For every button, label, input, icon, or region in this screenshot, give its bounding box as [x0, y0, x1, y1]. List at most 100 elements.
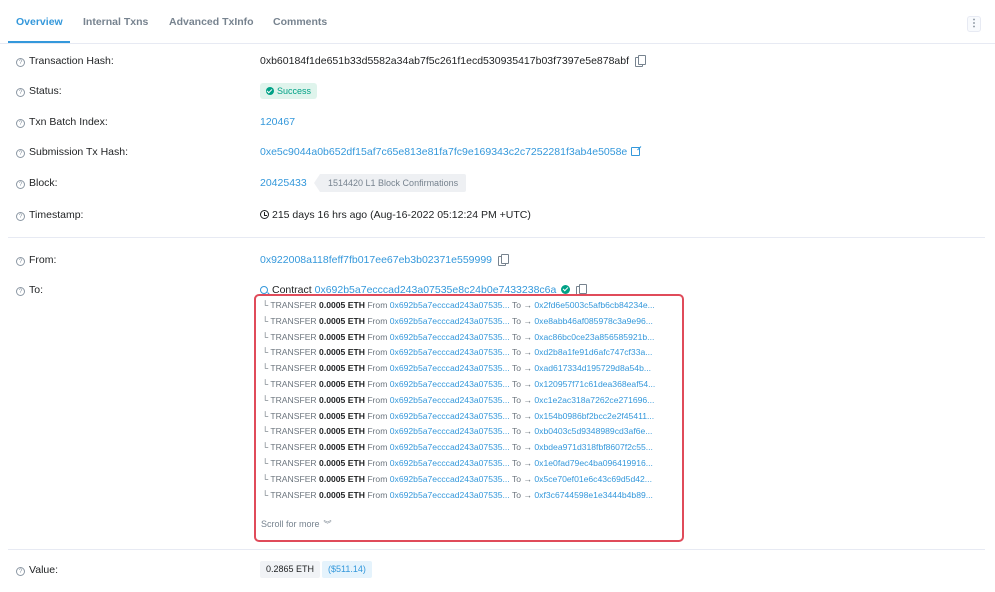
- tab-overview[interactable]: Overview: [16, 16, 63, 28]
- transfer-to-link[interactable]: 0xad617334d195729d8a54b...: [534, 363, 651, 373]
- scroll-for-more[interactable]: Scroll for more ︾: [261, 519, 332, 530]
- transfer-to-link[interactable]: 0xb0403c5d9348989cd3af6e...: [534, 426, 652, 436]
- transfer-from-link[interactable]: 0x692b5a7ecccad243a07535...: [390, 347, 510, 357]
- help-icon[interactable]: ?: [16, 149, 25, 158]
- transfer-prefix: TRANSFER: [270, 426, 317, 437]
- transfer-amount: 0.0005 ETH: [319, 315, 365, 326]
- to-word: To: [511, 347, 522, 358]
- transfer-from-link[interactable]: 0x692b5a7ecccad243a07535...: [390, 490, 510, 500]
- help-icon[interactable]: ?: [16, 287, 25, 296]
- transfer-to-link[interactable]: 0xac86bc0ce23a856585921b...: [534, 332, 654, 342]
- transfer-from-link[interactable]: 0x692b5a7ecccad243a07535...: [390, 332, 510, 342]
- transfer-amount: 0.0005 ETH: [319, 300, 365, 310]
- block-link[interactable]: 20425433: [260, 177, 307, 189]
- transfer-prefix: TRANSFER: [270, 347, 317, 358]
- transfer-from-link[interactable]: 0x692b5a7ecccad243a07535...: [390, 316, 510, 326]
- arrow-right-icon: →: [523, 426, 535, 437]
- transfer-amount: 0.0005 ETH: [319, 394, 365, 405]
- transfer-from-link[interactable]: 0x692b5a7ecccad243a07535...: [390, 363, 510, 373]
- transfer-row: └ TRANSFER 0.0005 ETH From 0x692b5a7eccc…: [262, 363, 651, 377]
- transfer-to-link[interactable]: 0xbdea971d318fbf8607f2c55...: [534, 442, 653, 452]
- transfer-from-link[interactable]: 0x692b5a7ecccad243a07535...: [390, 300, 510, 310]
- transfer-to-link[interactable]: 0xf3c6744598e1e3444b4b89...: [534, 490, 653, 500]
- from-word: From: [367, 363, 388, 374]
- to-word: To: [511, 331, 522, 342]
- tab-advanced-txinfo[interactable]: Advanced TxInfo: [169, 16, 254, 28]
- arrow-right-icon: →: [523, 410, 535, 421]
- transfer-amount: 0.0005 ETH: [319, 473, 365, 484]
- to-word: To: [511, 458, 522, 468]
- confirmations-badge: 1514420 L1 Block Confirmations: [314, 174, 467, 192]
- from-word: From: [367, 426, 388, 437]
- transfer-to-link[interactable]: 0x154b0986bf2bcc2e2f45411...: [534, 411, 654, 421]
- tx-hash-value: 0xb60184f1de651b33d5582a34ab7f5c261f1ecd…: [260, 55, 647, 67]
- verified-check-icon: [561, 285, 571, 294]
- usd-value-badge: ($511.14): [322, 561, 372, 578]
- help-icon[interactable]: ?: [16, 212, 25, 221]
- transfer-to-link[interactable]: 0x120957f71c61dea368eaf54...: [534, 379, 655, 389]
- transfer-from-link[interactable]: 0x692b5a7ecccad243a07535...: [390, 426, 510, 436]
- transfer-from-link[interactable]: 0x692b5a7ecccad243a07535...: [390, 395, 510, 405]
- transfer-amount: 0.0005 ETH: [319, 379, 365, 389]
- transfer-from-link[interactable]: 0x692b5a7ecccad243a07535...: [390, 474, 510, 484]
- help-icon[interactable]: ?: [16, 180, 25, 189]
- arrow-right-icon: →: [523, 300, 535, 310]
- to-word: To: [511, 426, 522, 437]
- tab-internal-txns[interactable]: Internal Txns: [83, 16, 148, 28]
- to-label: ? To:: [16, 284, 43, 296]
- token-transfers-box[interactable]: └ TRANSFER 0.0005 ETH From 0x692b5a7eccc…: [254, 294, 684, 542]
- copy-icon[interactable]: [635, 55, 647, 67]
- transfer-from-link[interactable]: 0x692b5a7ecccad243a07535...: [390, 379, 510, 389]
- from-address-link[interactable]: 0x922008a118feff7fb017ee67eb3b02371e5599…: [260, 254, 492, 266]
- arrow-right-icon: →: [523, 363, 535, 374]
- transfer-prefix: TRANSFER: [270, 363, 317, 374]
- from-word: From: [367, 331, 388, 342]
- status-badge: Success: [260, 83, 318, 99]
- to-word: To: [511, 489, 522, 500]
- transfer-to-link[interactable]: 0x2fd6e5003c5afb6cb84234e...: [534, 300, 654, 310]
- help-icon[interactable]: ?: [16, 58, 25, 67]
- from-word: From: [367, 489, 388, 500]
- help-icon[interactable]: ?: [16, 88, 25, 97]
- batch-index-link[interactable]: 120467: [260, 116, 295, 128]
- external-link-icon[interactable]: [631, 147, 641, 156]
- transfer-to-link[interactable]: 0x5ce70ef01e6c43c69d5d42...: [534, 474, 652, 484]
- transfer-to-link[interactable]: 0xd2b8a1fe91d6afc747cf33a...: [534, 347, 652, 357]
- submission-hash-link[interactable]: 0xe5c9044a0b652df15af7c65e813e81fa7fc9e1…: [260, 146, 627, 158]
- submission-hash-label: ? Submission Tx Hash:: [16, 146, 128, 158]
- transfer-prefix: TRANSFER: [270, 489, 317, 500]
- from-label: ? From:: [16, 254, 56, 266]
- double-chevron-down-icon: ︾: [323, 520, 332, 529]
- transfer-row: └ TRANSFER 0.0005 ETH From 0x692b5a7eccc…: [262, 300, 655, 314]
- transfer-row: └ TRANSFER 0.0005 ETH From 0x692b5a7eccc…: [262, 442, 653, 456]
- transfer-row: └ TRANSFER 0.0005 ETH From 0x692b5a7eccc…: [262, 347, 652, 361]
- divider: [8, 237, 985, 238]
- transfer-amount: 0.0005 ETH: [319, 489, 365, 500]
- help-icon[interactable]: ?: [16, 567, 25, 576]
- copy-icon[interactable]: [498, 254, 510, 266]
- eth-value-badge: 0.2865 ETH: [260, 561, 321, 578]
- transfer-row: └ TRANSFER 0.0005 ETH From 0x692b5a7eccc…: [262, 474, 652, 488]
- transfer-row: └ TRANSFER 0.0005 ETH From 0x692b5a7eccc…: [262, 411, 654, 425]
- transfer-from-link[interactable]: 0x692b5a7ecccad243a07535...: [390, 411, 510, 421]
- transfer-amount: 0.0005 ETH: [319, 410, 365, 421]
- help-icon[interactable]: ?: [16, 119, 25, 128]
- timestamp-label: ? Timestamp:: [16, 209, 83, 221]
- help-icon[interactable]: ?: [16, 257, 25, 266]
- tab-comments[interactable]: Comments: [273, 16, 327, 28]
- arrow-right-icon: →: [523, 331, 535, 342]
- transfer-to-link[interactable]: 0x1e0fad79ec4ba096419916...: [534, 458, 653, 468]
- clock-icon: [260, 210, 269, 219]
- arrow-right-icon: →: [523, 394, 535, 405]
- transfer-from-link[interactable]: 0x692b5a7ecccad243a07535...: [390, 442, 510, 452]
- kebab-icon[interactable]: ⋮: [967, 16, 981, 32]
- from-word: From: [367, 347, 388, 358]
- from-word: From: [367, 410, 388, 421]
- from-word: From: [367, 315, 388, 326]
- arrow-right-icon: →: [523, 489, 535, 500]
- transfer-to-link[interactable]: 0xe8abb46af085978c3a9e96...: [534, 316, 653, 326]
- transfer-prefix: TRANSFER: [270, 458, 317, 468]
- transfer-from-link[interactable]: 0x692b5a7ecccad243a07535...: [390, 458, 510, 468]
- status-label: ? Status:: [16, 85, 62, 97]
- transfer-to-link[interactable]: 0xc1e2ac318a7262ce271696...: [534, 395, 654, 405]
